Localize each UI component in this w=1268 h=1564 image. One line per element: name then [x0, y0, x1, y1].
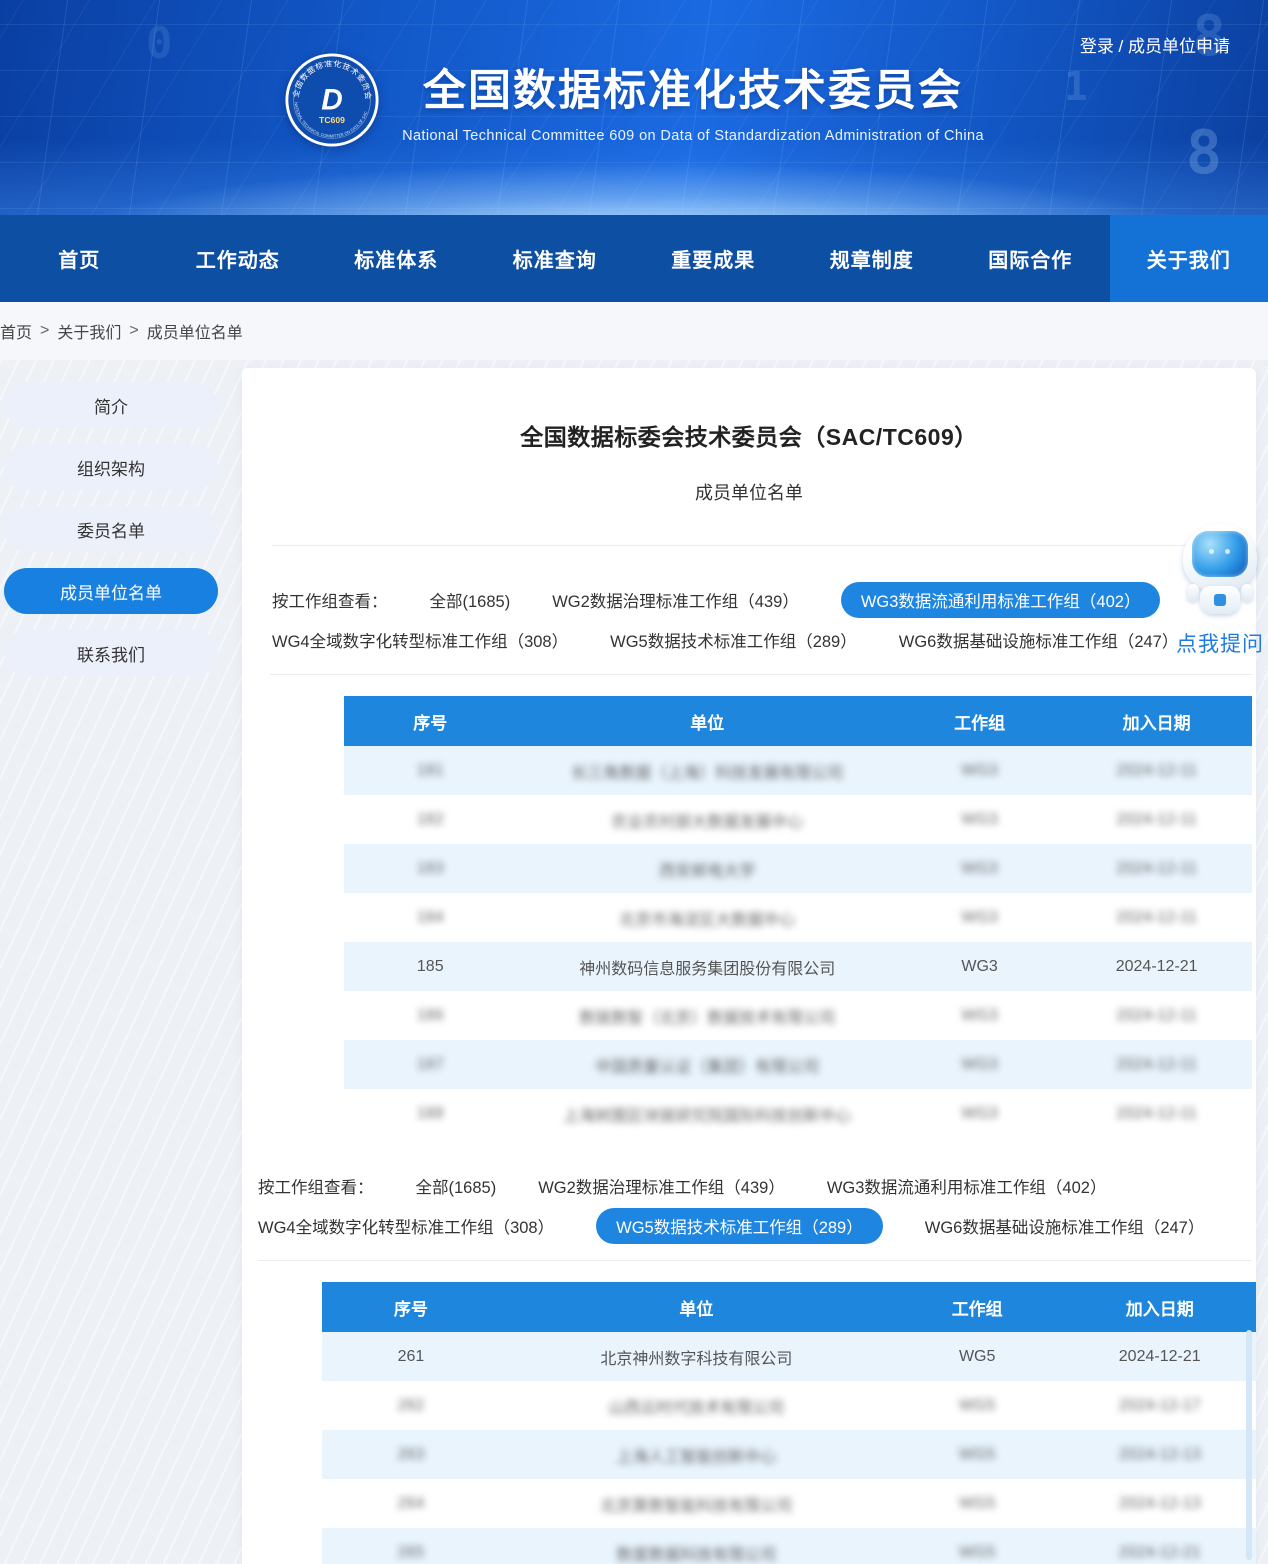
member-units-table-wg3: 序号 单位 工作组 加入日期 181 长三角数据（上海）科技发展有限公司 WG3…: [344, 696, 1252, 1138]
nav-item-about[interactable]: 关于我们: [1110, 215, 1268, 302]
site-title: 全国数据标准化技术委员会: [402, 56, 984, 118]
tc609-logo-icon: 全国数据标准化技术委员会 NATIONAL TECHNICAL COMMITTE…: [284, 52, 380, 148]
breadcrumb-member-units: 成员单位名单: [147, 319, 243, 343]
header-banner: 8 8 1 0 登录 / 成员单位申请 全国数据标准化技术委员会 NATIONA…: [0, 0, 1268, 215]
filter-all[interactable]: 全部(1685): [430, 588, 511, 612]
workgroup-filter-section-2: 按工作组查看： 全部(1685) WG2数据治理标准工作组（439） WG3数据…: [258, 1174, 1256, 1238]
breadcrumb-separator: >: [129, 322, 138, 340]
filter-wg2[interactable]: WG2数据治理标准工作组（439）: [552, 588, 799, 612]
breadcrumb-about[interactable]: 关于我们: [57, 319, 121, 343]
divider: [270, 674, 1252, 675]
breadcrumb-separator: >: [40, 322, 49, 340]
sidebar-item-member-units[interactable]: 成员单位名单: [4, 568, 218, 614]
member-units-table-wg5: 序号 单位 工作组 加入日期 261 北京神州数字科技有限公司 WG5 2024…: [322, 1282, 1256, 1564]
table-row: 181 长三角数据（上海）科技发展有限公司 WG3 2024-12-11: [344, 746, 1252, 795]
col-header-unit: 单位: [500, 1282, 893, 1332]
nav-item-standard-system[interactable]: 标准体系: [317, 215, 476, 302]
login-member-apply-link[interactable]: 登录 / 成员单位申请: [1080, 32, 1230, 57]
filter-wg3[interactable]: WG3数据流通利用标准工作组（402）: [841, 582, 1161, 618]
sidebar-item-intro[interactable]: 简介: [4, 382, 218, 428]
table-row: 187 中国质量认证（集团）有限公司 WG3 2024-12-11: [344, 1040, 1252, 1089]
page-title: 全国数据标委会技术委员会（SAC/TC609）: [242, 418, 1256, 452]
filter-wg5[interactable]: WG5数据技术标准工作组（289）: [610, 628, 857, 652]
sidebar: 简介 组织架构 委员名单 成员单位名单 联系我们: [0, 360, 242, 1564]
assistant-widget[interactable]: 点我提问: [1174, 524, 1266, 658]
svg-text:TC609: TC609: [319, 115, 345, 125]
filter-all-2[interactable]: 全部(1685): [416, 1174, 497, 1198]
nav-item-home[interactable]: 首页: [0, 215, 159, 302]
nav-item-achievements[interactable]: 重要成果: [634, 215, 793, 302]
page-body: 简介 组织架构 委员名单 成员单位名单 联系我们 全国数据标委会技术委员会（SA…: [0, 360, 1268, 1564]
sidebar-item-org-structure[interactable]: 组织架构: [4, 444, 218, 490]
filter-wg5-2[interactable]: WG5数据技术标准工作组（289）: [596, 1208, 883, 1244]
col-header-workgroup: 工作组: [898, 696, 1061, 746]
sidebar-item-contact[interactable]: 联系我们: [4, 630, 218, 676]
site-subtitle: National Technical Committee 609 on Data…: [402, 128, 984, 144]
col-header-index: 序号: [322, 1282, 500, 1332]
nav-item-standard-search[interactable]: 标准查询: [476, 215, 635, 302]
divider: [272, 545, 1252, 546]
breadcrumb-home[interactable]: 首页: [0, 319, 32, 343]
filter-wg2-2[interactable]: WG2数据治理标准工作组（439）: [538, 1174, 785, 1198]
col-header-unit: 单位: [517, 696, 898, 746]
nav-item-work-news[interactable]: 工作动态: [159, 215, 318, 302]
table-header-row: 序号 单位 工作组 加入日期: [344, 696, 1252, 746]
nav-item-regulations[interactable]: 规章制度: [793, 215, 952, 302]
table-row: 262 山西云时代技术有限公司 WG5 2024-12-17: [322, 1381, 1256, 1430]
table-row: 264 北京算数智能科技有限公司 WG5 2024-12-13: [322, 1479, 1256, 1528]
col-header-join-date: 加入日期: [1061, 696, 1252, 746]
filter-wg4-2[interactable]: WG4全域数字化转型标准工作组（308）: [258, 1214, 554, 1238]
table-row: 188 上海树图区块链研究院国际科技创新中心 WG3 2024-12-11: [344, 1089, 1252, 1138]
table-row-261: 261 北京神州数字科技有限公司 WG5 2024-12-21: [322, 1332, 1256, 1381]
col-header-workgroup: 工作组: [893, 1282, 1061, 1332]
col-header-index: 序号: [344, 696, 517, 746]
filter-wg6[interactable]: WG6数据基础设施标准工作组（247）: [899, 628, 1179, 652]
nav-item-international[interactable]: 国际合作: [951, 215, 1110, 302]
filter-wg6-2[interactable]: WG6数据基础设施标准工作组（247）: [925, 1214, 1205, 1238]
content-card: 全国数据标委会技术委员会（SAC/TC609） 成员单位名单 按工作组查看： 全…: [242, 368, 1256, 1564]
table-row-185: 185 神州数码信息服务集团股份有限公司 WG3 2024-12-21: [344, 942, 1252, 991]
table-row: 183 西安邮电大学 WG3 2024-12-11: [344, 844, 1252, 893]
workgroup-filter-section-1: 按工作组查看： 全部(1685) WG2数据治理标准工作组（439） WG3数据…: [272, 588, 1256, 652]
filter-label: 按工作组查看：: [272, 588, 388, 612]
main-nav: 首页 工作动态 标准体系 标准查询 重要成果 规章制度 国际合作 关于我们: [0, 215, 1268, 302]
table-row: 182 农业农村部大数据发展中心 WG3 2024-12-11: [344, 795, 1252, 844]
table-row: 263 上海人工智能创新中心 WG5 2024-12-13: [322, 1430, 1256, 1479]
svg-text:D: D: [321, 84, 343, 117]
robot-face: [1192, 531, 1248, 577]
filter-label: 按工作组查看：: [258, 1174, 374, 1198]
sidebar-item-committee-members[interactable]: 委员名单: [4, 506, 218, 552]
table-row: 186 数链数智（北京）数据技术有限公司 WG3 2024-12-11: [344, 991, 1252, 1040]
table-scrollbar[interactable]: [1246, 1330, 1252, 1560]
table-header-row: 序号 单位 工作组 加入日期: [322, 1282, 1256, 1332]
filter-wg4[interactable]: WG4全域数字化转型标准工作组（308）: [272, 628, 568, 652]
site-brand: 全国数据标准化技术委员会 NATIONAL TECHNICAL COMMITTE…: [0, 52, 1268, 148]
page-subtitle: 成员单位名单: [242, 479, 1256, 505]
table-row: 265 数度数据科技有限公司 WG5 2024-12-21: [322, 1528, 1256, 1564]
col-header-join-date: 加入日期: [1061, 1282, 1256, 1332]
table-row: 184 北京市海淀区大数据中心 WG3 2024-12-11: [344, 893, 1252, 942]
filter-wg3-2[interactable]: WG3数据流通利用标准工作组（402）: [827, 1174, 1107, 1198]
divider: [258, 1260, 1252, 1261]
ask-me-link[interactable]: 点我提问: [1174, 628, 1266, 658]
robot-mascot-icon[interactable]: [1181, 524, 1259, 616]
breadcrumb: 首页 > 关于我们 > 成员单位名单: [0, 302, 1268, 360]
